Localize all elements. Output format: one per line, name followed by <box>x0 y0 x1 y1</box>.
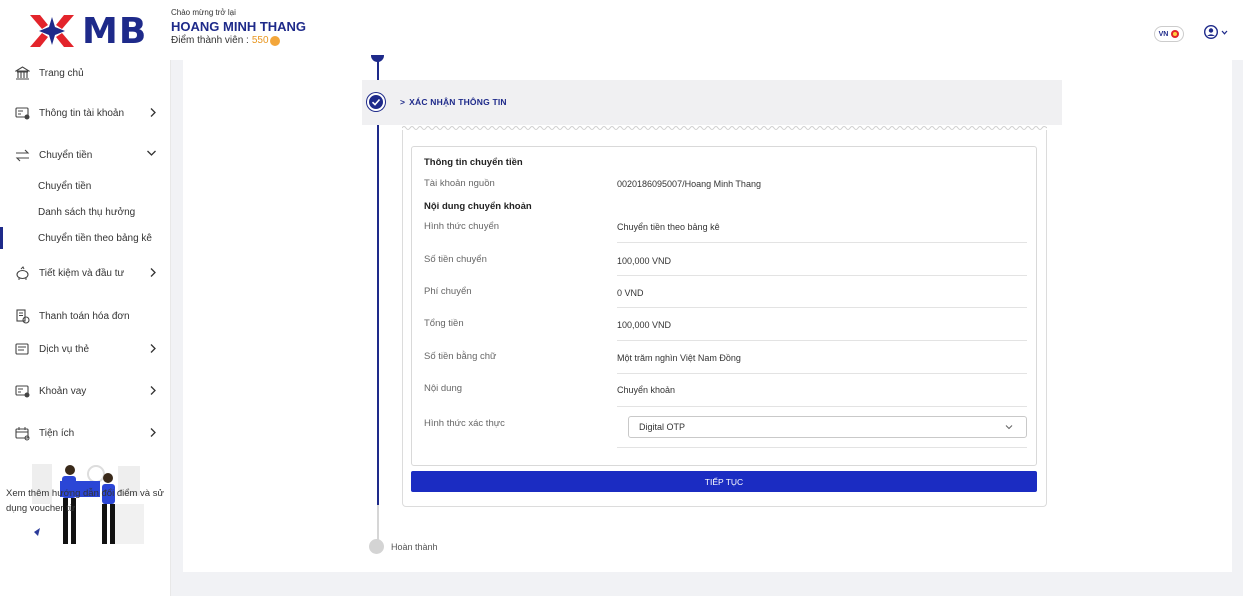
chevron-right-icon <box>150 268 156 277</box>
bank-icon <box>14 65 30 81</box>
user-icon <box>1204 25 1218 39</box>
language-switch[interactable]: VN <box>1154 26 1184 42</box>
chevron-down-icon <box>1221 30 1228 35</box>
sidebar: Trang chủ Thông tin tài khoản Chuyển tiề… <box>0 60 171 596</box>
brand-text: MB <box>82 10 148 52</box>
chevron-right-icon <box>150 344 156 353</box>
sub-item-transfer[interactable]: Chuyển tiền <box>0 175 171 197</box>
source-account-value: 0020186095007/Hoang Minh Thang <box>617 179 761 189</box>
transfer-icon <box>14 147 30 163</box>
chevron-right-icon <box>150 108 156 117</box>
utilities-icon <box>14 425 30 441</box>
amount-label: Số tiền chuyển <box>424 254 487 265</box>
transfer-type-label: Hình thức chuyển <box>424 221 500 232</box>
sidebar-item-utilities[interactable]: Tiện ích <box>0 420 171 446</box>
bill-icon <box>14 308 30 324</box>
points-label: Điểm thành viên : <box>171 35 249 46</box>
sidebar-item-loans[interactable]: Khoản vay <box>0 378 171 404</box>
sidebar-item-account-info[interactable]: Thông tin tài khoản <box>0 100 171 126</box>
step-title: > XÁC NHẬN THÔNG TIN <box>400 97 507 107</box>
user-menu[interactable] <box>1204 25 1228 39</box>
sub-item-label: Chuyển tiền <box>38 180 92 192</box>
auth-method-selected: Digital OTP <box>639 422 686 432</box>
transfer-type-value: Chuyển tiền theo bảng kê <box>617 222 720 232</box>
sidebar-item-label: Khoản vay <box>39 385 87 397</box>
language-code: VN <box>1158 30 1169 38</box>
row-divider <box>617 307 1027 308</box>
continue-button[interactable]: TIẾP TỤC <box>411 471 1037 492</box>
chevron-down-icon <box>147 150 156 156</box>
sidebar-item-savings[interactable]: Tiết kiệm và đầu tư <box>0 260 171 286</box>
done-step-label: Hoàn thành <box>391 542 438 552</box>
content-label: Nội dung <box>424 383 463 394</box>
sub-item-label: Danh sách thụ hưởng <box>38 206 136 218</box>
mb-logo[interactable]: MB <box>28 9 158 53</box>
row-divider <box>617 340 1027 341</box>
points-value: 550 <box>251 35 269 46</box>
sidebar-item-label: Thanh toán hóa đơn <box>39 310 130 322</box>
sidebar-item-label: Tiện ích <box>39 427 75 439</box>
account-card-icon <box>14 105 30 121</box>
auth-method-select[interactable]: Digital OTP <box>628 416 1027 438</box>
section-transfer-info: Thông tin chuyển tiền <box>424 157 523 168</box>
done-step-dot <box>369 539 384 554</box>
row-divider <box>617 275 1027 276</box>
sidebar-item-home[interactable]: Trang chủ <box>0 60 171 86</box>
content-value: Chuyển khoản <box>617 385 676 395</box>
fee-label: Phí chuyển <box>424 286 472 297</box>
sidebar-item-label: Dịch vụ thẻ <box>39 343 90 355</box>
vietnam-flag-icon <box>1171 30 1180 38</box>
row-divider <box>617 447 1027 448</box>
piggy-bank-icon <box>14 265 30 281</box>
mb-star-icon <box>30 15 74 47</box>
coin-icon <box>269 35 280 46</box>
sidebar-item-bill-payment[interactable]: Thanh toán hóa đơn <box>0 303 171 329</box>
user-name: HOANG MINH THANG <box>171 19 307 34</box>
top-header: MB Chào mừng trở lại HOANG MINH THANG Đi… <box>0 0 1243 60</box>
fee-value: 0 VND <box>617 288 644 298</box>
member-points: Điểm thành viên : 550 <box>171 35 306 46</box>
total-value: 100,000 VND <box>617 320 672 330</box>
greeting-text: Chào mừng trở lại <box>171 8 236 17</box>
promo-text[interactable]: Xem thêm hướng dẫn đổi điểm và sử dụng v… <box>6 486 166 516</box>
step-title-text: XÁC NHẬN THÔNG TIN <box>409 97 507 107</box>
row-divider <box>617 373 1027 374</box>
total-label: Tổng tiền <box>424 318 464 329</box>
sub-item-beneficiary-list[interactable]: Danh sách thụ hưởng <box>0 201 171 223</box>
step-timeline <box>377 60 379 505</box>
sub-item-label: Chuyển tiền theo bảng kê <box>38 232 152 244</box>
source-account-label: Tài khoản nguồn <box>424 178 495 189</box>
section-transfer-content: Nội dung chuyển khoản <box>424 201 532 212</box>
amount-in-words-value: Một trăm nghìn Việt Nam Đồng <box>617 353 741 363</box>
sub-item-batch-transfer[interactable]: Chuyển tiền theo bảng kê <box>0 227 171 249</box>
amount-value: 100,000 VND <box>617 256 672 266</box>
sidebar-item-transfer[interactable]: Chuyển tiền <box>0 142 171 168</box>
step-timeline-pending <box>377 505 379 541</box>
sidebar-item-label: Tiết kiệm và đầu tư <box>39 267 125 279</box>
chevron-down-icon <box>1005 425 1013 430</box>
check-icon <box>367 93 385 111</box>
chevron-right-icon: > <box>400 97 406 107</box>
loan-icon <box>14 383 30 399</box>
auth-method-label: Hình thức xác thực <box>424 418 505 429</box>
amount-in-words-label: Số tiền bằng chữ <box>424 351 497 362</box>
chevron-right-icon <box>150 386 156 395</box>
sidebar-item-card-services[interactable]: Dịch vụ thẻ <box>0 336 171 362</box>
card-service-icon <box>14 341 30 357</box>
chevron-right-icon <box>150 428 156 437</box>
sidebar-item-label: Chuyển tiền <box>39 149 93 161</box>
welcome-block: Chào mừng trở lại HOANG MINH THANG Điểm … <box>171 8 306 46</box>
row-divider <box>617 242 1027 243</box>
row-divider <box>617 406 1027 407</box>
sidebar-item-label: Trang chủ <box>39 67 84 79</box>
sidebar-item-label: Thông tin tài khoản <box>39 107 125 119</box>
